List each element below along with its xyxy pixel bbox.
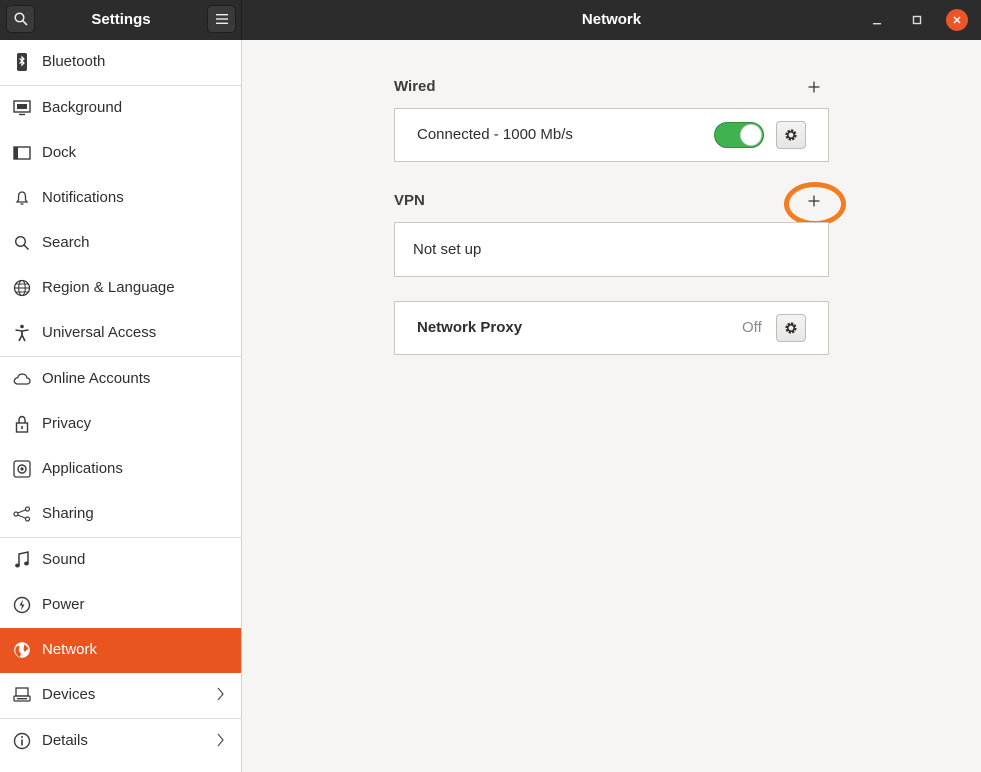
chevron-right-icon [217,687,224,701]
share-icon [13,505,31,523]
monitor-icon [13,99,31,117]
accessibility-icon [13,324,31,342]
minimize-button[interactable] [866,9,888,31]
apps-icon [13,460,31,478]
sidebar-item-universal-access[interactable]: Universal Access [0,311,241,356]
sidebar-item-label: Dock [42,144,77,161]
plus-icon [808,81,820,93]
dock-icon [13,144,31,162]
sidebar-item-label: Network [42,641,98,658]
vpn-row: Not set up [394,222,829,277]
chevron-right-icon [217,733,224,747]
search-button[interactable] [6,5,35,33]
cloud-icon [13,370,31,388]
sidebar-item-label: Privacy [42,415,92,432]
header-bar: Settings Network [0,0,981,40]
sidebar-item-label: Search [42,234,90,251]
sidebar-item-label: Region & Language [42,279,175,296]
sidebar-item-label: Power [42,596,85,613]
sidebar-item-label: Details [42,732,88,749]
wired-settings-button[interactable] [776,121,806,149]
gear-icon [785,322,797,334]
network-panel: Wired Connected - 1000 Mb/s VPN Not set … [243,40,981,772]
sidebar-item-label: Bluetooth [42,53,106,70]
sidebar-item-sharing[interactable]: Sharing [0,492,241,537]
bell-icon [13,189,31,207]
sidebar-item-details[interactable]: Details [0,719,241,764]
add-wired-button[interactable] [804,77,824,97]
network-proxy-row[interactable]: Network Proxy Off [394,301,829,355]
sidebar-item-network[interactable]: Network [0,628,241,673]
sidebar-item-label: Online Accounts [42,370,151,387]
info-icon [13,732,31,750]
sidebar-item-power[interactable]: Power [0,583,241,628]
hamburger-icon [215,14,228,24]
sidebar-item-sound[interactable]: Sound [0,538,241,583]
wired-connection-row: Connected - 1000 Mb/s [394,108,829,162]
search-icon [13,12,28,26]
wired-status-label: Connected - 1000 Mb/s [417,126,573,143]
vpn-section-title: VPN [394,192,425,209]
wired-section-title: Wired [394,78,436,95]
sidebar-item-search[interactable]: Search [0,221,241,266]
close-icon [953,16,961,24]
minimize-icon [873,23,881,25]
sidebar-item-label: Background [42,99,123,116]
proxy-state-label: Off [742,319,762,336]
gear-icon [785,129,797,141]
sidebar-item-dock[interactable]: Dock [0,131,241,176]
app-title: Settings [91,11,151,28]
sidebar: Bluetooth Background Dock Notifications … [0,40,242,772]
sidebar-item-bluetooth[interactable]: Bluetooth [0,40,241,85]
network-globe-icon [13,641,31,659]
highlight-annotation-ring [784,182,846,226]
devices-icon [13,686,31,704]
sidebar-item-label: Devices [42,686,96,703]
sidebar-item-online-accounts[interactable]: Online Accounts [0,357,241,402]
lock-icon [13,415,31,433]
vpn-status-label: Not set up [413,241,482,258]
globe-icon [13,279,31,297]
maximize-icon [912,15,922,25]
sidebar-item-label: Sound [42,551,86,568]
sidebar-item-devices[interactable]: Devices [0,673,241,718]
sidebar-item-applications[interactable]: Applications [0,447,241,492]
sidebar-header: Settings [0,0,242,40]
music-note-icon [13,551,31,569]
sidebar-item-label: Applications [42,460,123,477]
proxy-settings-button[interactable] [776,314,806,342]
maximize-button[interactable] [906,9,928,31]
sidebar-item-notifications[interactable]: Notifications [0,176,241,221]
network-proxy-label: Network Proxy [417,319,523,336]
sidebar-item-region-language[interactable]: Region & Language [0,266,241,311]
search-icon [13,234,31,252]
sidebar-item-label: Universal Access [42,324,157,341]
sidebar-item-background[interactable]: Background [0,86,241,131]
close-button[interactable] [946,9,968,31]
power-icon [13,596,31,614]
wired-toggle-switch[interactable] [714,122,764,148]
sidebar-item-label: Notifications [42,189,124,206]
bluetooth-icon [13,53,31,71]
sidebar-item-privacy[interactable]: Privacy [0,402,241,447]
sidebar-item-label: Sharing [42,505,94,522]
toggle-knob [740,124,762,146]
menu-button[interactable] [207,5,236,33]
